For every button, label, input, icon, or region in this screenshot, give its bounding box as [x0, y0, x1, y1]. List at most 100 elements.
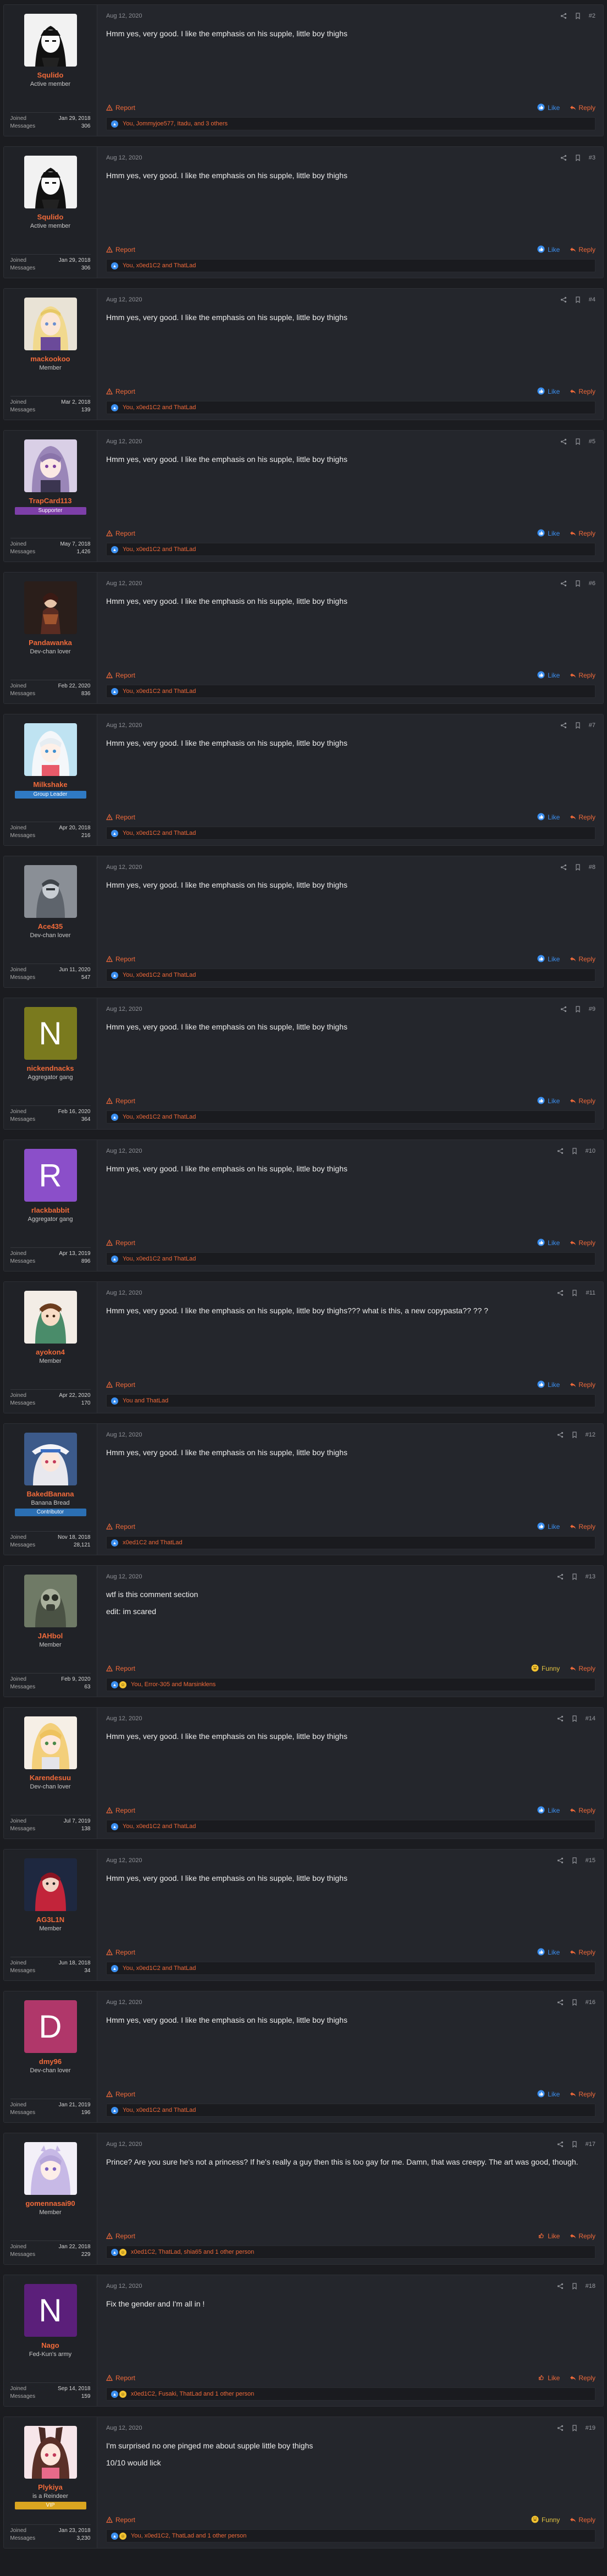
- avatar[interactable]: [24, 2142, 77, 2195]
- avatar[interactable]: [24, 439, 77, 492]
- funny-reaction-button[interactable]: Funny: [531, 1664, 560, 1674]
- reacted-by[interactable]: You, x0ed1C2 and ThatLad: [123, 2107, 196, 2113]
- avatar[interactable]: [24, 156, 77, 208]
- reply-button[interactable]: Reply: [570, 1665, 595, 1672]
- avatar[interactable]: [24, 1291, 77, 1344]
- report-link[interactable]: Report: [106, 1239, 135, 1247]
- post-date[interactable]: Aug 12, 2020: [106, 438, 142, 445]
- like-button[interactable]: Like: [537, 2374, 560, 2383]
- share-icon[interactable]: [557, 2283, 564, 2289]
- share-icon[interactable]: [557, 1999, 564, 2006]
- like-button[interactable]: Like: [537, 1522, 560, 1532]
- bookmark-icon[interactable]: [571, 1290, 578, 1296]
- avatar[interactable]: N: [24, 2284, 77, 2337]
- reacted-by[interactable]: You and ThatLad: [123, 1397, 168, 1404]
- share-icon[interactable]: [560, 1006, 567, 1012]
- like-button[interactable]: Like: [537, 1380, 560, 1390]
- reacted-by[interactable]: You, Error-305 and Marsinklens: [131, 1681, 216, 1688]
- reacted-by[interactable]: x0ed1C2 and ThatLad: [123, 1539, 183, 1546]
- like-button[interactable]: Like: [537, 2232, 560, 2241]
- share-icon[interactable]: [560, 155, 567, 161]
- post-date[interactable]: Aug 12, 2020: [106, 722, 142, 729]
- report-link[interactable]: Report: [106, 1948, 135, 1956]
- like-button[interactable]: Like: [537, 671, 560, 680]
- avatar[interactable]: [24, 723, 77, 776]
- bookmark-icon[interactable]: [571, 1715, 578, 1722]
- reply-button[interactable]: Reply: [570, 530, 595, 537]
- reacted-by[interactable]: You, x0ed1C2 and ThatLad: [123, 546, 196, 553]
- report-link[interactable]: Report: [106, 1665, 135, 1672]
- username-link[interactable]: AG3L1N: [36, 1916, 64, 1924]
- reactions-summary[interactable]: ▲ You, x0ed1C2 and ThatLad: [106, 2104, 595, 2117]
- post-number[interactable]: #13: [586, 1573, 595, 1580]
- avatar[interactable]: [24, 1433, 77, 1485]
- post-number[interactable]: #10: [586, 1148, 595, 1154]
- reply-button[interactable]: Reply: [570, 671, 595, 679]
- reply-button[interactable]: Reply: [570, 1807, 595, 1814]
- reply-button[interactable]: Reply: [570, 1381, 595, 1389]
- reacted-by[interactable]: You, x0ed1C2 and ThatLad: [123, 972, 196, 978]
- bookmark-icon[interactable]: [571, 1148, 578, 1154]
- post-number[interactable]: #15: [586, 1857, 595, 1864]
- post-date[interactable]: Aug 12, 2020: [106, 1715, 142, 1722]
- username-link[interactable]: Squlido: [37, 71, 64, 79]
- username-link[interactable]: Squlido: [37, 213, 64, 221]
- username-link[interactable]: Nago: [41, 2341, 59, 2349]
- reacted-by[interactable]: You, x0ed1C2 and ThatLad: [123, 1114, 196, 1120]
- post-number[interactable]: #14: [586, 1715, 595, 1722]
- reply-button[interactable]: Reply: [570, 2090, 595, 2098]
- username-link[interactable]: JAHbol: [38, 1632, 63, 1640]
- report-link[interactable]: Report: [106, 1523, 135, 1531]
- reply-button[interactable]: Reply: [570, 2516, 595, 2524]
- reactions-summary[interactable]: ▲ You, x0ed1C2 and ThatLad: [106, 401, 595, 414]
- post-number[interactable]: #8: [589, 864, 595, 871]
- bookmark-icon[interactable]: [575, 155, 581, 161]
- report-link[interactable]: Report: [106, 2374, 135, 2382]
- reacted-by[interactable]: You, Jommyjoe577, Itadu, and 3 others: [123, 120, 228, 127]
- reacted-by[interactable]: You, x0ed1C2 and ThatLad: [123, 404, 196, 411]
- funny-reaction-button[interactable]: Funny: [531, 2516, 560, 2525]
- bookmark-icon[interactable]: [571, 1573, 578, 1580]
- post-number[interactable]: #16: [586, 1999, 595, 2006]
- report-link[interactable]: Report: [106, 104, 135, 112]
- reactions-summary[interactable]: ▲ ☺ You, Error-305 and Marsinklens: [106, 1678, 595, 1691]
- avatar[interactable]: R: [24, 1149, 77, 1202]
- share-icon[interactable]: [557, 2425, 564, 2431]
- post-date[interactable]: Aug 12, 2020: [106, 2283, 142, 2289]
- reacted-by[interactable]: x0ed1C2, Fusaki, ThatLad and 1 other per…: [131, 2391, 254, 2397]
- like-button[interactable]: Like: [537, 955, 560, 964]
- reacted-by[interactable]: You, x0ed1C2 and ThatLad: [123, 262, 196, 269]
- reactions-summary[interactable]: ▲ x0ed1C2 and ThatLad: [106, 1536, 595, 1549]
- reactions-summary[interactable]: ▲ ☺ x0ed1C2, Fusaki, ThatLad and 1 other …: [106, 2387, 595, 2401]
- post-date[interactable]: Aug 12, 2020: [106, 155, 142, 161]
- post-number[interactable]: #6: [589, 580, 595, 587]
- like-button[interactable]: Like: [537, 813, 560, 822]
- avatar[interactable]: [24, 2426, 77, 2479]
- avatar[interactable]: N: [24, 1007, 77, 1060]
- bookmark-icon[interactable]: [571, 1999, 578, 2006]
- post-number[interactable]: #11: [586, 1290, 595, 1296]
- reply-button[interactable]: Reply: [570, 104, 595, 112]
- post-date[interactable]: Aug 12, 2020: [106, 2425, 142, 2431]
- post-date[interactable]: Aug 12, 2020: [106, 1148, 142, 1154]
- like-button[interactable]: Like: [537, 103, 560, 113]
- avatar[interactable]: [24, 298, 77, 350]
- like-button[interactable]: Like: [537, 1806, 560, 1815]
- post-number[interactable]: #12: [586, 1432, 595, 1438]
- bookmark-icon[interactable]: [575, 864, 581, 871]
- post-number[interactable]: #5: [589, 438, 595, 445]
- like-button[interactable]: Like: [537, 529, 560, 538]
- post-number[interactable]: #17: [586, 2141, 595, 2148]
- reactions-summary[interactable]: ▲ You, x0ed1C2 and ThatLad: [106, 1962, 595, 1975]
- bookmark-icon[interactable]: [575, 722, 581, 729]
- share-icon[interactable]: [560, 438, 567, 445]
- report-link[interactable]: Report: [106, 955, 135, 963]
- reacted-by[interactable]: You, x0ed1C2 and ThatLad: [123, 688, 196, 695]
- bookmark-icon[interactable]: [575, 13, 581, 19]
- report-link[interactable]: Report: [106, 388, 135, 395]
- post-date[interactable]: Aug 12, 2020: [106, 1432, 142, 1438]
- share-icon[interactable]: [557, 1290, 564, 1296]
- bookmark-icon[interactable]: [575, 580, 581, 587]
- reply-button[interactable]: Reply: [570, 1239, 595, 1247]
- reactions-summary[interactable]: ▲ You, x0ed1C2 and ThatLad: [106, 543, 595, 556]
